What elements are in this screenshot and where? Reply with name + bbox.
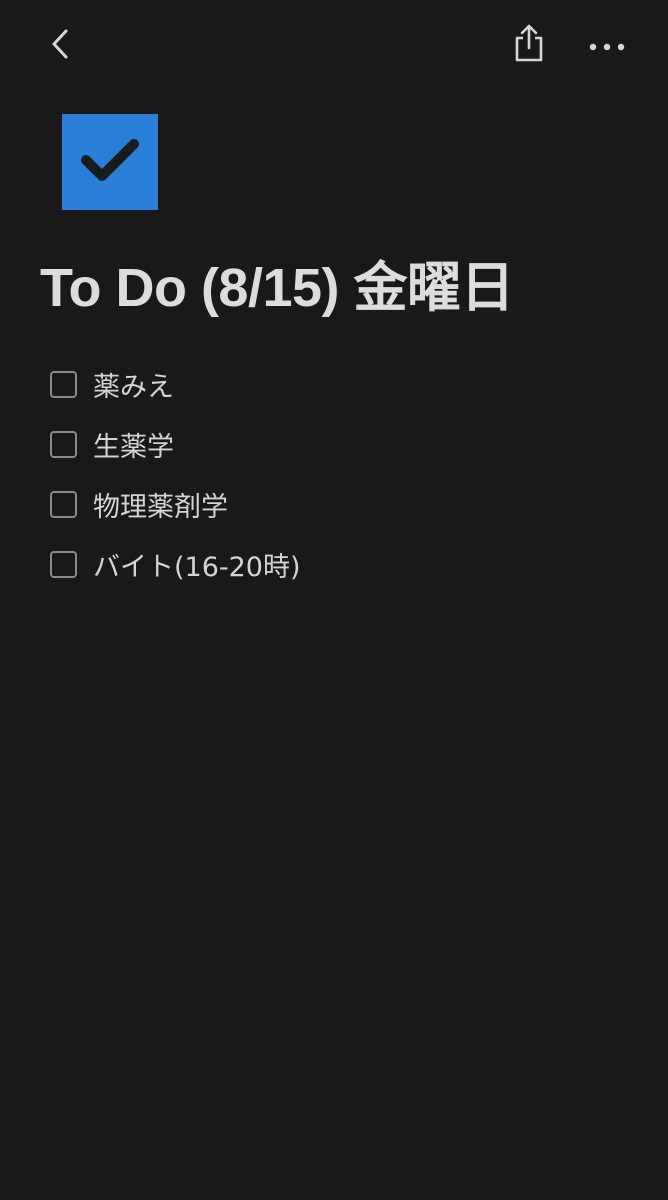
todo-label[interactable]: 生薬学 [93,425,174,464]
todo-checkbox[interactable] [50,490,77,518]
todo-checkbox[interactable] [50,370,77,398]
top-bar [0,0,668,92]
todo-item[interactable]: 薬みえ [50,354,301,414]
more-options-button[interactable] [584,26,630,66]
back-button[interactable] [40,26,80,66]
todo-item[interactable]: 物理薬剤学 [50,474,301,534]
todo-list: 薬みえ 生薬学 物理薬剤学 バイト(16-20時) [50,354,301,594]
todo-item[interactable]: バイト(16-20時) [50,534,301,594]
share-button[interactable] [506,22,552,68]
more-horizontal-icon [588,37,626,56]
todo-item[interactable]: 生薬学 [50,414,301,474]
chevron-left-icon [48,27,72,65]
todo-checkbox[interactable] [50,430,77,458]
share-icon [512,24,546,66]
checkbox-checked-icon [78,135,142,189]
page-title[interactable]: To Do (8/15) 金曜日 [40,252,515,324]
todo-label[interactable]: 物理薬剤学 [93,485,228,524]
todo-label[interactable]: バイト(16-20時) [93,545,301,584]
todo-checkbox[interactable] [50,550,77,578]
todo-label[interactable]: 薬みえ [93,365,174,404]
page-icon[interactable] [62,114,158,210]
